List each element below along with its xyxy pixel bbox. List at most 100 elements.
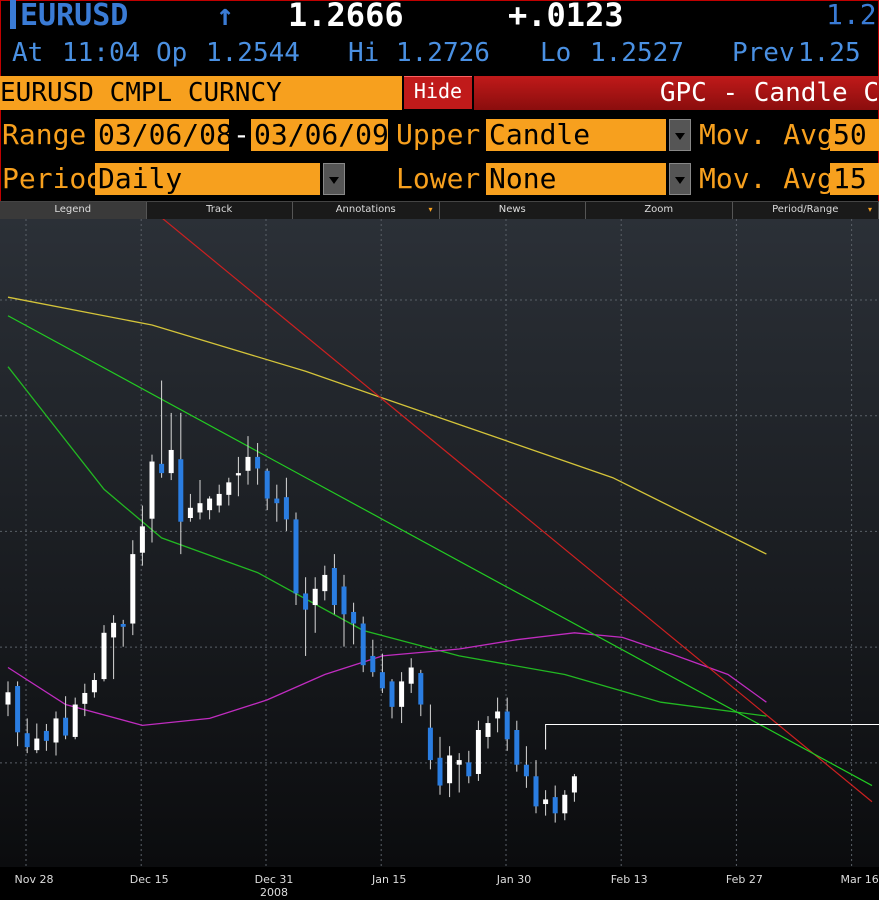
x-tick-label: Nov 28 — [15, 873, 54, 886]
candle-body-up — [5, 692, 11, 705]
x-tick-label: Feb 27 — [726, 873, 763, 886]
range-separator: - — [233, 118, 250, 151]
candle-body-down — [331, 567, 337, 606]
quote-header: EURUSD ↑ 1.2666 +.0123 1.2 — [0, 0, 879, 38]
x-tick-label: Mar 16 — [840, 873, 878, 886]
candle-body-down — [274, 498, 280, 504]
candle-body-up — [149, 461, 155, 519]
candle-body-up — [456, 760, 462, 765]
low-value: 1.2527 — [590, 38, 684, 68]
period-dropdown-icon[interactable] — [323, 163, 345, 195]
prev-label: Prev — [732, 38, 795, 68]
candle-body-down — [360, 623, 366, 666]
candle-body-up — [91, 680, 97, 693]
candle-body-up — [139, 526, 145, 553]
toolbar-tab-zoom[interactable]: Zoom — [586, 202, 733, 219]
candle-body-down — [514, 729, 520, 765]
toolbar-tab-legend[interactable]: Legend — [0, 202, 147, 219]
candle-body-up — [235, 473, 241, 476]
candle-body-down — [15, 686, 21, 733]
candle-body-down — [523, 764, 529, 777]
range-start-field[interactable]: 03/06/08 — [95, 119, 229, 151]
ticker-text: EURUSD — [20, 0, 129, 33]
candle-body-up — [82, 692, 88, 704]
candle-body-up — [485, 723, 491, 737]
mov-avgs-label: Mov. Avgs — [699, 118, 851, 151]
toolbar-tab-label: Zoom — [644, 204, 674, 215]
candle-body-down — [159, 463, 165, 474]
candle-body-up — [226, 482, 232, 495]
toolbar-tab-annotations[interactable]: Annotations ▾ — [293, 202, 440, 219]
range-label: Range — [2, 118, 87, 151]
candle-body-down — [427, 727, 433, 761]
toolbar-tab-label: News — [498, 204, 526, 215]
mov-avg-label: Mov. Avg — [699, 162, 834, 195]
upper-select[interactable]: Candle Chart — [486, 119, 666, 151]
candle-body-up — [34, 738, 40, 751]
mov-avgs-field[interactable]: 50 — [830, 119, 879, 151]
toolbar-tab-label: Period/Range — [772, 204, 839, 215]
lower-label: Lower — [396, 162, 481, 195]
candle-body-up — [408, 667, 414, 684]
at-label: At — [12, 38, 44, 68]
toolbar-tab-period-range[interactable]: Period/Range ▾ — [733, 202, 879, 219]
candle-body-down — [63, 717, 69, 736]
candle-body-down — [303, 593, 309, 610]
candle-body-down — [379, 672, 385, 689]
mov-avg-field[interactable]: 15 — [830, 163, 879, 195]
candle-body-up — [72, 704, 78, 737]
candle-body-down — [264, 470, 270, 499]
range-end-field[interactable]: 03/06/09 — [251, 119, 388, 151]
high-value: 1.2726 — [396, 38, 490, 68]
toolbar-tab-track[interactable]: Track — [147, 202, 293, 219]
candle-body-up — [571, 776, 577, 793]
candle-body-down — [552, 797, 558, 814]
toolbar-tab-label: Track — [206, 204, 233, 215]
last-price-truncated: 1.2 — [826, 0, 877, 31]
hide-button[interactable]: Hide — [404, 76, 472, 109]
candle-body-down — [120, 624, 126, 627]
candle-body-down — [43, 730, 49, 741]
open-value: 1.2544 — [206, 38, 300, 68]
candle-body-down — [178, 459, 184, 522]
candle-body-down — [283, 497, 289, 520]
ticker-symbol[interactable]: EURUSD — [10, 0, 128, 33]
candle-body-up — [399, 681, 405, 707]
toolbar-tab-label: Annotations — [335, 204, 396, 215]
candle-body-up — [562, 794, 568, 814]
candle-body-up — [130, 554, 136, 624]
candle-body-up — [216, 493, 222, 506]
security-field[interactable]: EURUSD CMPL CURNCY — [0, 76, 402, 110]
x-tick-label: Feb 13 — [611, 873, 648, 886]
candle-body-down — [466, 762, 472, 777]
ticker-bar-icon — [10, 0, 16, 29]
function-title: GPC - Candle C — [474, 76, 879, 110]
period-select[interactable]: Daily — [95, 163, 320, 195]
candle-body-down — [437, 757, 443, 786]
dropdown-caret-icon[interactable]: ▾ — [428, 202, 432, 218]
toolbar-tab-news[interactable]: News — [440, 202, 586, 219]
candle-body-down — [370, 655, 376, 673]
lower-dropdown-icon[interactable] — [669, 163, 691, 195]
dropdown-caret-icon[interactable]: ▾ — [868, 202, 872, 218]
high-label: Hi — [348, 38, 380, 68]
x-tick-label: Jan 15 — [371, 873, 406, 886]
quote-stats: At 11:04 Op 1.2544 Hi 1.2726 Lo 1.2527 P… — [0, 38, 879, 74]
toolbar-tab-label: Legend — [54, 204, 92, 215]
upper-label: Upper — [396, 118, 481, 151]
chart-toolbar: Legend Track Annotations ▾ News Zoom Period/Ra… — [0, 201, 879, 220]
period-label: Period — [2, 162, 104, 195]
x-tick-label: Dec 31 — [255, 873, 294, 886]
candle-body-down — [418, 673, 424, 705]
candle-body-up — [207, 498, 213, 511]
candle-chart[interactable]: Nov 28 Dec 15 Dec 31 Jan 15 Jan 30 Feb 13 Feb … — [0, 219, 879, 900]
candle-body-up — [187, 507, 193, 519]
lower-select[interactable]: None — [486, 163, 666, 195]
candle-body-up — [168, 449, 174, 474]
security-bar: EURUSD CMPL CURNCY Hide GPC - Candle C — [0, 76, 879, 110]
candle-body-down — [351, 611, 357, 624]
candle-body-down — [255, 456, 261, 469]
candle-body-up — [322, 574, 328, 592]
x-tick-label: Jan 30 — [496, 873, 531, 886]
upper-dropdown-icon[interactable] — [669, 119, 691, 151]
